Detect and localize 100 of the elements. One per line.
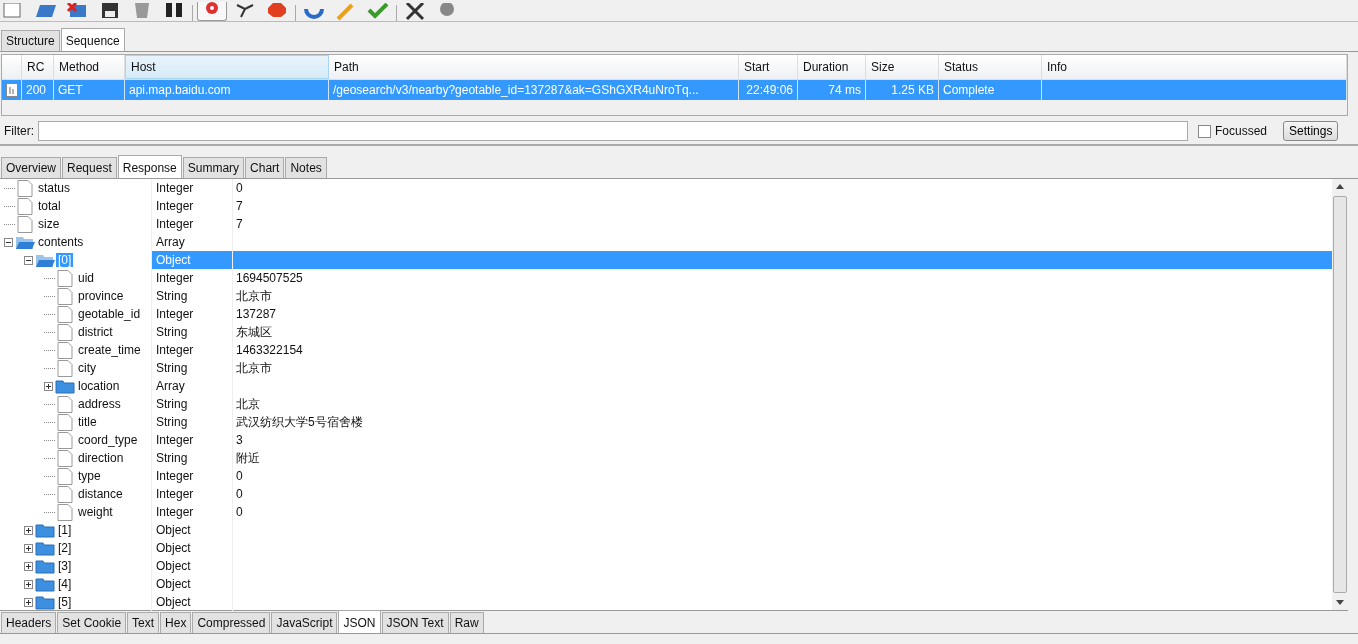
expand-icon[interactable] [24,561,33,571]
column-header[interactable]: Start [739,55,798,79]
format-tab[interactable]: JSON [338,610,381,633]
type-cell: Integer [152,179,233,197]
tree-node-label[interactable]: status [36,181,72,195]
tree-node-label[interactable]: city [76,361,98,375]
type-cell: Integer [152,431,233,449]
tree-node-label[interactable]: district [76,325,115,339]
tree-node-label[interactable]: title [76,415,99,429]
open-folder-icon [35,252,55,268]
type-cell: Integer [152,341,233,359]
type-cell: String [152,413,233,431]
scroll-up-icon[interactable] [1336,184,1344,189]
table-cell: Complete [939,80,1042,100]
focussed-checkbox[interactable] [1198,124,1211,138]
scrollbar[interactable] [1332,179,1348,610]
document-icon [55,449,75,467]
document-icon [55,269,75,287]
tree-node-label[interactable]: address [76,397,123,411]
table-cell: api.map.baidu.com [125,80,329,100]
column-header[interactable]: Host [125,55,329,79]
view-tab[interactable]: Structure [1,30,60,51]
settings-button[interactable]: Settings [1283,121,1339,141]
document-icon [55,503,75,521]
format-tab[interactable]: Raw [449,612,484,633]
view-tab[interactable]: Sequence [60,28,125,51]
document-icon [15,197,35,215]
column-header[interactable]: Duration [798,55,866,79]
check-icon [366,3,390,21]
value-cell-text: 0 [235,486,244,503]
tree-node-label[interactable]: province [76,289,126,303]
tree-node-label[interactable]: uid [76,271,96,285]
tree-node-label[interactable]: type [76,469,103,483]
column-header[interactable]: Path [329,55,739,79]
document-icon [55,305,75,323]
tree-node-label[interactable]: weight [76,505,115,519]
table-cell: 200 [22,80,54,100]
detail-tab[interactable]: Notes [285,157,327,178]
tree-node-label[interactable]: location [76,379,122,393]
detail-tab[interactable]: Summary [182,157,245,178]
type-cell: Object [152,575,233,593]
format-tab[interactable]: Hex [160,612,192,633]
type-cell: String [152,359,233,377]
column-header[interactable]: Info [1042,55,1347,79]
type-cell: Integer [152,503,233,521]
folder-icon [35,576,55,592]
expand-icon[interactable] [24,579,33,589]
document-icon [55,467,75,485]
tree-node-label[interactable]: [2] [56,541,74,555]
record-button[interactable] [197,2,227,21]
format-tab[interactable]: Set Cookie [57,612,127,633]
scrollbar-thumb[interactable] [1333,196,1347,593]
tree-node-label[interactable]: [5] [56,595,74,609]
expand-icon[interactable] [44,381,53,391]
table-cell: 74 ms [798,80,866,100]
format-tab[interactable]: JSON Text [381,612,449,633]
detail-tab[interactable]: Chart [245,157,285,178]
format-tab[interactable]: Headers [1,612,57,633]
type-cell: Object [152,521,233,539]
tree-node-label[interactable]: [4] [56,577,74,591]
value-cell-text: 7 [235,198,244,215]
detail-tab[interactable]: Request [62,157,117,178]
type-cell: Integer [152,215,233,233]
type-cell: Integer [152,305,233,323]
tree-node-label[interactable]: total [36,199,63,213]
detail-tab[interactable]: Overview [1,157,61,178]
value-cell-text: 1694507525 [235,270,304,287]
value-cell-text: 3 [235,432,244,449]
format-tab[interactable]: Text [127,612,160,633]
tree-node-label[interactable]: coord_type [76,433,140,447]
format-tab[interactable]: JavaScript [271,612,338,633]
tree-node-label[interactable]: size [36,217,62,231]
tree-node-label[interactable]: contents [36,235,86,249]
filter-field[interactable] [38,121,1188,141]
type-cell: String [152,287,233,305]
tree-node-label[interactable]: distance [76,487,125,501]
tree-node-label[interactable]: [1] [56,523,74,537]
expand-icon[interactable] [24,597,33,607]
type-cell: Object [152,251,233,269]
expand-icon[interactable] [24,525,33,535]
column-header[interactable]: Size [866,55,939,79]
tree-node-label[interactable]: create_time [76,343,143,357]
type-cell: String [152,449,233,467]
document-icon [55,341,75,359]
column-header[interactable]: Status [939,55,1042,79]
scroll-down-icon[interactable] [1336,600,1344,605]
collapse-icon[interactable] [24,255,33,265]
column-header[interactable]: RC [22,55,54,79]
type-cell: Integer [152,467,233,485]
detail-tab[interactable]: Response [117,155,182,178]
document-icon [55,359,75,377]
tree-node-label[interactable]: direction [76,451,126,465]
tree-node-label[interactable]: geotable_id [76,307,143,321]
value-cell-text: 137287 [235,306,278,323]
document-icon [55,485,75,503]
expand-icon[interactable] [24,543,33,553]
document-icon [6,83,17,97]
tree-node-label[interactable]: [3] [56,559,74,573]
format-tab[interactable]: Compressed [192,612,271,633]
collapse-icon[interactable] [4,237,13,247]
